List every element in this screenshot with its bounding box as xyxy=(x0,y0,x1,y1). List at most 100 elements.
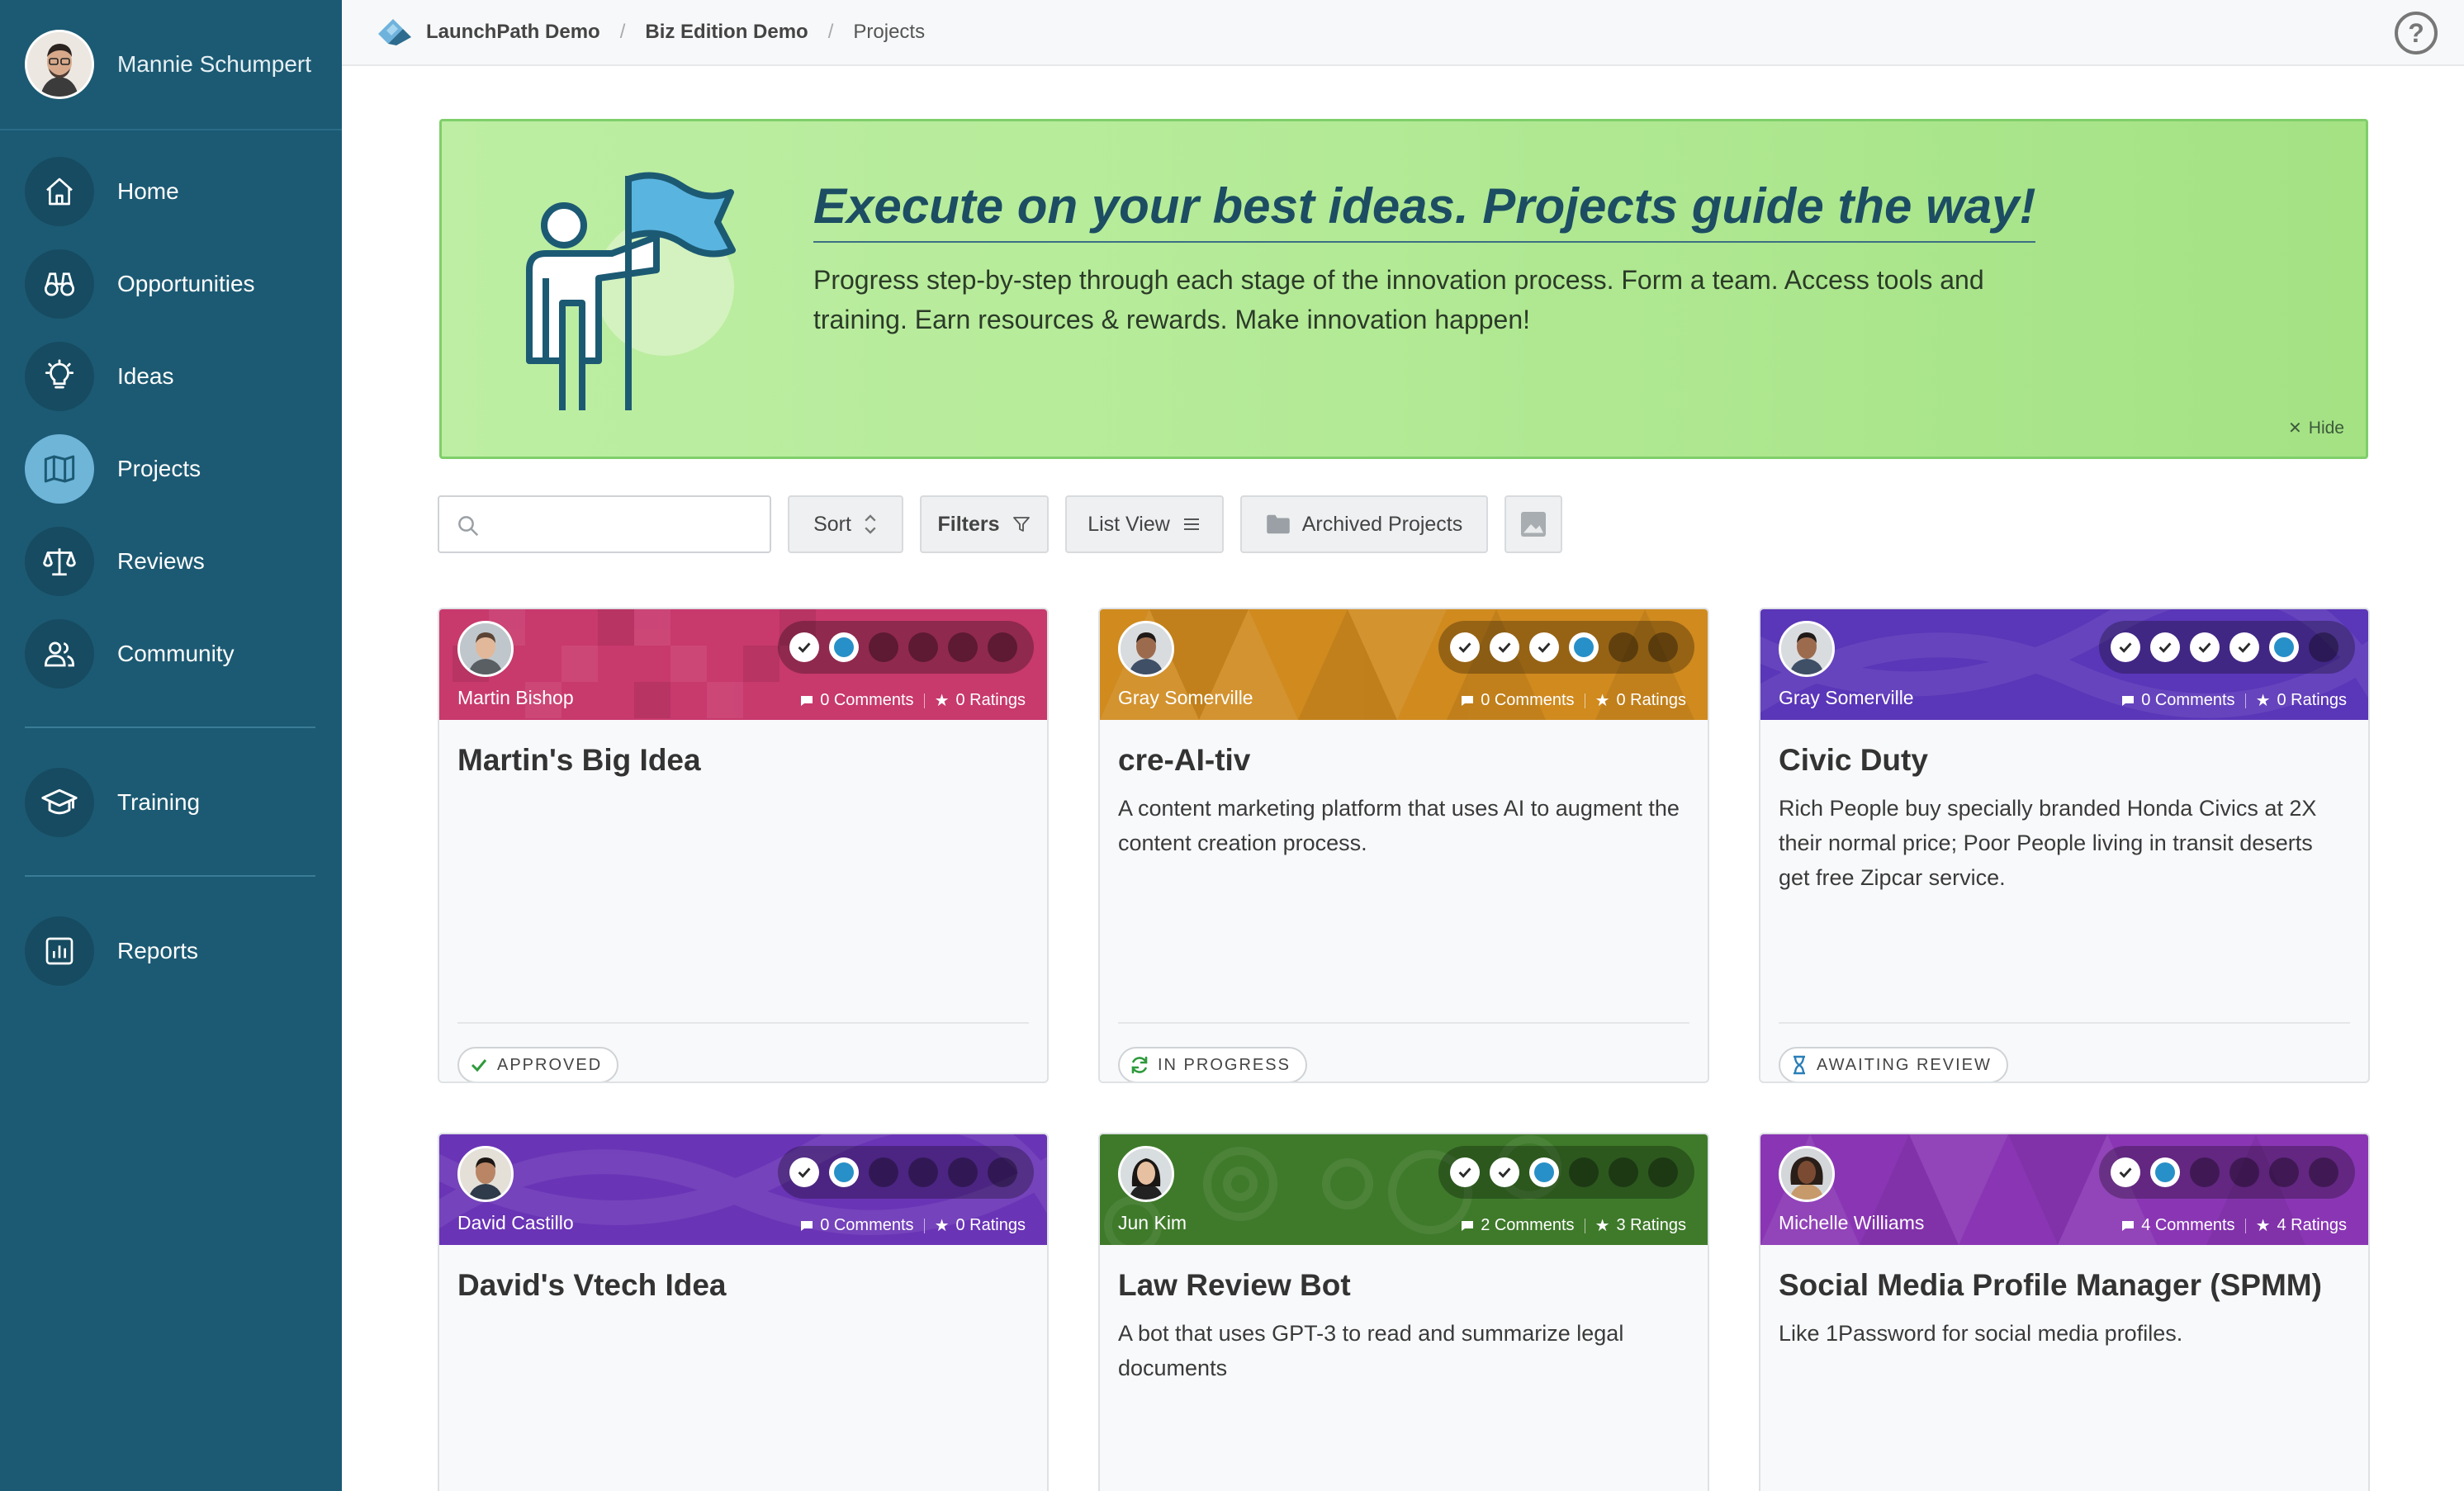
project-card[interactable]: Jun Kim 2 Comments ★ 3 Ratings Law Revie… xyxy=(1098,1133,1709,1491)
sidebar-item-ideas[interactable]: Ideas xyxy=(25,342,174,411)
card-divider xyxy=(1118,1022,1689,1024)
check-icon xyxy=(2111,632,2140,662)
stage-dot xyxy=(1648,632,1678,662)
lightbulb-icon xyxy=(25,342,94,411)
status-label: IN PROGRESS xyxy=(1158,1055,1291,1074)
project-card[interactable]: David Castillo 0 Comments ★ 0 Ratings Da… xyxy=(438,1133,1049,1491)
graduation-cap-icon xyxy=(25,768,94,837)
card-header: Gray Somerville 0 Comments ★ 0 Ratings xyxy=(1760,609,2368,720)
current-user[interactable]: Mannie Schumpert xyxy=(25,30,311,99)
project-card[interactable]: Michelle Williams 4 Comments ★ 4 Ratings… xyxy=(1759,1133,2370,1491)
scales-icon xyxy=(25,527,94,596)
star-icon: ★ xyxy=(934,692,950,710)
stage-progress xyxy=(1438,621,1694,674)
sidebar-item-label: Reviews xyxy=(117,548,205,574)
card-description: Rich People buy specially branded Honda … xyxy=(1779,796,2317,890)
card-meta: 2 Comments ★ 3 Ratings xyxy=(1461,1215,1686,1236)
status-label: AWAITING REVIEW xyxy=(1817,1055,1992,1074)
comment-icon xyxy=(1462,695,1474,706)
check-icon xyxy=(1490,1157,1519,1187)
close-icon: ✕ xyxy=(2288,419,2302,438)
sidebar-item-home[interactable]: Home xyxy=(25,157,179,226)
owner-avatar[interactable] xyxy=(1779,621,1835,677)
stage-dot xyxy=(869,1157,898,1187)
breadcrumb-launchpath-demo[interactable]: LaunchPath Demo xyxy=(426,21,600,44)
comment-count: 0 Comments xyxy=(820,1216,914,1234)
owner-name[interactable]: Gray Somerville xyxy=(1779,687,1914,709)
star-icon: ★ xyxy=(1594,1217,1610,1235)
owner-avatar[interactable] xyxy=(1118,621,1174,677)
card-title[interactable]: cre-AI-tiv xyxy=(1118,743,1250,778)
stage-dot xyxy=(1609,632,1638,662)
stage-progress xyxy=(778,1146,1034,1199)
sidebar-item-label: Projects xyxy=(117,456,201,481)
current-stage-dot xyxy=(2269,632,2299,662)
project-card[interactable]: Martin Bishop 0 Comments ★ 0 Ratings Mar… xyxy=(438,608,1049,1083)
meta-divider xyxy=(923,1218,925,1233)
comment-count: 0 Comments xyxy=(1481,691,1575,709)
project-toolbar: Sort Filters List View Archived Projects xyxy=(438,495,1643,553)
rating-count: 3 Ratings xyxy=(1616,1216,1687,1234)
filters-button[interactable]: Filters xyxy=(920,495,1049,553)
sidebar-separator xyxy=(25,875,315,877)
owner-avatar[interactable] xyxy=(1779,1146,1835,1202)
comment-icon xyxy=(801,1220,813,1231)
meta-divider xyxy=(2244,693,2246,708)
hourglass-icon xyxy=(1794,1055,1805,1075)
card-title[interactable]: David's Vtech Idea xyxy=(457,1268,726,1303)
sidebar-item-training[interactable]: Training xyxy=(25,768,200,837)
comment-count: 2 Comments xyxy=(1481,1216,1575,1234)
help-icon[interactable]: ? xyxy=(2395,12,2438,54)
owner-avatar[interactable] xyxy=(457,621,514,677)
stage-dot xyxy=(1609,1157,1638,1187)
owner-name[interactable]: Jun Kim xyxy=(1118,1212,1187,1234)
card-title[interactable]: Martin's Big Idea xyxy=(457,743,701,778)
hide-banner-button[interactable]: ✕ Hide xyxy=(2288,418,2344,438)
project-card[interactable]: Gray Somerville 0 Comments ★ 0 Ratings C… xyxy=(1759,608,2370,1083)
owner-avatar[interactable] xyxy=(457,1146,514,1202)
stage-dot xyxy=(2190,1157,2220,1187)
stage-progress xyxy=(2099,1146,2355,1199)
search-input[interactable] xyxy=(492,507,756,543)
sort-button[interactable]: Sort xyxy=(788,495,903,553)
check-icon xyxy=(2150,632,2180,662)
status-badge: IN PROGRESS xyxy=(1118,1047,1307,1082)
meta-divider xyxy=(2244,1218,2246,1233)
owner-name[interactable]: Michelle Williams xyxy=(1779,1212,1924,1234)
stage-dot xyxy=(988,1157,1017,1187)
card-meta: 0 Comments ★ 0 Ratings xyxy=(2121,690,2347,711)
sidebar-item-projects[interactable]: Projects xyxy=(25,434,201,504)
stage-dot xyxy=(2309,632,2338,662)
owner-name[interactable]: Gray Somerville xyxy=(1118,687,1253,709)
comment-count: 4 Comments xyxy=(2141,1216,2235,1234)
archived-projects-button[interactable]: Archived Projects xyxy=(1240,495,1488,553)
refresh-icon xyxy=(1131,1056,1148,1074)
list-view-button[interactable]: List View xyxy=(1065,495,1224,553)
image-view-button[interactable] xyxy=(1504,495,1562,553)
card-title[interactable]: Social Media Profile Manager (SPMM) xyxy=(1779,1268,2322,1303)
check-icon xyxy=(1450,632,1480,662)
card-title[interactable]: Law Review Bot xyxy=(1118,1268,1351,1303)
sidebar-item-reports[interactable]: Reports xyxy=(25,916,198,986)
stage-progress xyxy=(1438,1146,1694,1199)
owner-name[interactable]: Martin Bishop xyxy=(457,687,574,709)
current-stage-dot xyxy=(829,632,859,662)
card-header: Gray Somerville 0 Comments ★ 0 Ratings xyxy=(1100,609,1708,720)
rating-count: 0 Ratings xyxy=(955,691,1026,709)
current-stage-dot xyxy=(1529,1157,1559,1187)
sidebar-item-opportunities[interactable]: Opportunities xyxy=(25,249,255,319)
comment-icon xyxy=(2122,1220,2135,1231)
stage-dot xyxy=(2269,1157,2299,1187)
sidebar-item-community[interactable]: Community xyxy=(25,619,235,689)
sidebar-item-reviews[interactable]: Reviews xyxy=(25,527,205,596)
stage-dot xyxy=(869,632,898,662)
user-avatar xyxy=(25,30,94,99)
check-icon xyxy=(1450,1157,1480,1187)
owner-avatar[interactable] xyxy=(1118,1146,1174,1202)
breadcrumb-biz-edition-demo[interactable]: Biz Edition Demo xyxy=(645,21,808,44)
project-card[interactable]: Gray Somerville 0 Comments ★ 0 Ratings c… xyxy=(1098,608,1709,1083)
sidebar: Mannie Schumpert Home Opportunities Idea… xyxy=(0,0,342,1491)
card-title[interactable]: Civic Duty xyxy=(1779,743,1928,778)
owner-name[interactable]: David Castillo xyxy=(457,1212,574,1234)
sidebar-item-label: Reports xyxy=(117,938,199,963)
